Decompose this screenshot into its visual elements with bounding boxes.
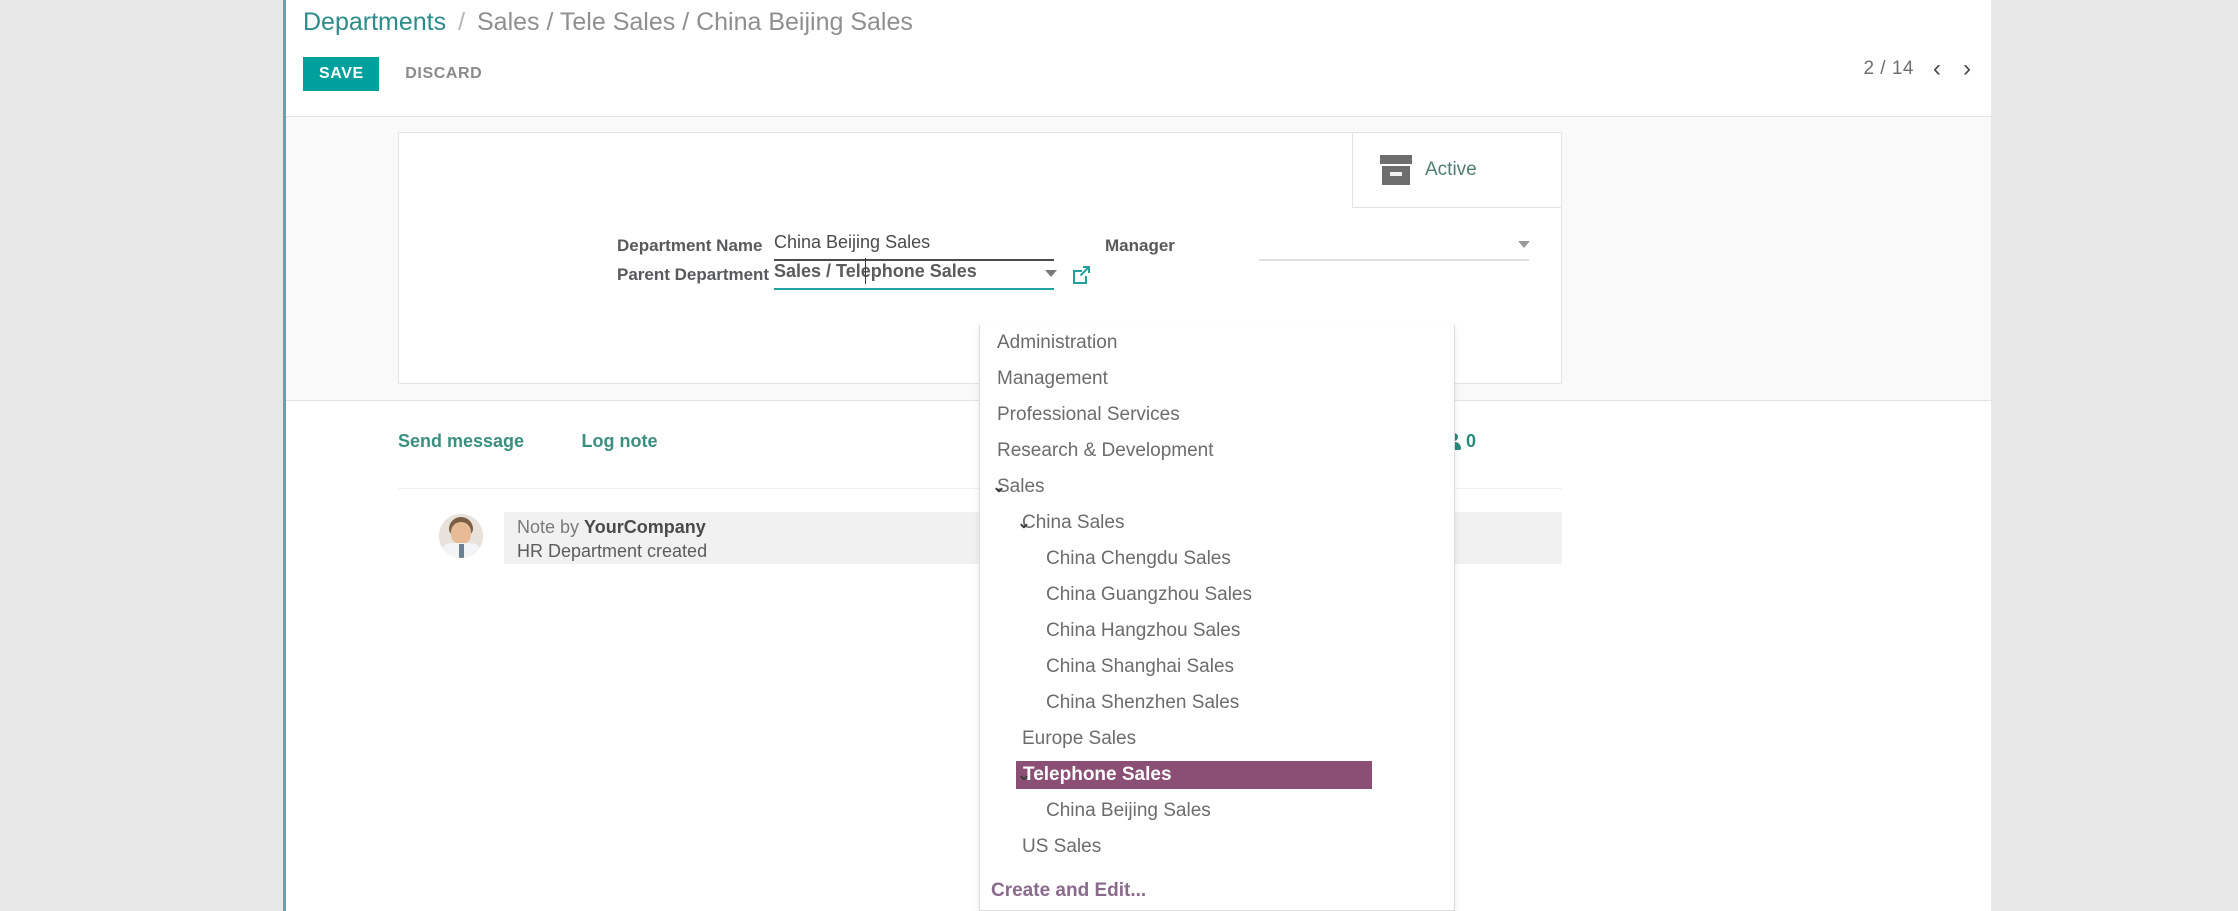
external-link-icon[interactable] — [1070, 264, 1092, 286]
dropdown-item[interactable]: Professional Services — [980, 397, 1454, 433]
chevron-down-icon[interactable]: ⌄ — [1011, 765, 1037, 785]
form-action-buttons: SAVE DISCARD — [303, 57, 482, 91]
dropdown-item[interactable]: Management — [980, 361, 1454, 397]
dropdown-item[interactable]: ⌄Sales — [980, 469, 1454, 505]
create-and-edit-option[interactable]: Create and Edit... — [980, 872, 1454, 910]
dropdown-item-label: Europe Sales — [1016, 726, 1142, 752]
message-title-prefix: Note by — [517, 517, 584, 537]
dropdown-item-label: US Sales — [1016, 834, 1107, 860]
active-label: Active — [1425, 159, 1477, 181]
active-toggle-button[interactable]: Active — [1352, 133, 1561, 208]
dropdown-item[interactable]: China Guangzhou Sales — [980, 577, 1454, 613]
avatar — [439, 514, 483, 558]
message-author: YourCompany — [584, 517, 706, 537]
screen: Departments / Sales / Tele Sales / China… — [0, 0, 2238, 911]
dropdown-item[interactable]: China Hangzhou Sales — [980, 613, 1454, 649]
dropdown-item-label: China Beijing Sales — [1040, 798, 1217, 824]
dropdown-item-label: Professional Services — [991, 402, 1186, 428]
manager-label: Manager — [1105, 236, 1175, 256]
department-name-input[interactable] — [774, 232, 1049, 253]
dropdown-item[interactable]: US Sales — [980, 829, 1454, 865]
manager-input[interactable] — [1259, 232, 1484, 253]
dropdown-item[interactable]: China Chengdu Sales — [980, 541, 1454, 577]
breadcrumb-separator: / — [453, 8, 470, 36]
breadcrumb-root[interactable]: Departments — [303, 8, 446, 36]
discard-button[interactable]: DISCARD — [405, 65, 482, 83]
dropdown-item-label: China Chengdu Sales — [1040, 546, 1237, 572]
text-cursor — [865, 258, 866, 284]
dropdown-item-label: Research & Development — [991, 438, 1220, 464]
breadcrumb-trail: Sales / Tele Sales / China Beijing Sales — [477, 8, 913, 36]
manager-underline — [1259, 259, 1529, 261]
dropdown-item-label: China Shenzhen Sales — [1040, 690, 1245, 716]
parent-department-underline — [774, 288, 1054, 290]
chevron-down-icon[interactable]: ⌄ — [1011, 513, 1037, 533]
log-note-button[interactable]: Log note — [582, 431, 658, 452]
dropdown-item[interactable]: China Shenzhen Sales — [980, 685, 1454, 721]
send-message-button[interactable]: Send message — [398, 431, 524, 452]
dropdown-item[interactable]: ⌄China Sales — [980, 505, 1454, 541]
control-panel: Departments / Sales / Tele Sales / China… — [286, 0, 1991, 117]
dropdown-item[interactable]: ⌄Telephone Sales — [980, 757, 1454, 793]
dropdown-item-label: Administration — [991, 330, 1123, 356]
dropdown-item-label: China Shanghai Sales — [1040, 654, 1240, 680]
app-surface: Departments / Sales / Tele Sales / China… — [283, 0, 1991, 911]
dropdown-item-label: Management — [991, 366, 1114, 392]
parent-department-dropdown[interactable]: Administration Management Professional Ser… — [979, 325, 1455, 911]
record-pager: 2 / 14 ‹ › — [1863, 57, 1974, 81]
dropdown-item-label: China Guangzhou Sales — [1040, 582, 1258, 608]
pager-count: 2 / 14 — [1863, 58, 1914, 80]
dropdown-item[interactable]: Administration — [980, 325, 1454, 361]
chevron-down-icon[interactable] — [1045, 270, 1057, 277]
pager-previous-icon[interactable]: ‹ — [1930, 57, 1944, 81]
dropdown-item[interactable]: Research & Development — [980, 433, 1454, 469]
parent-department-input[interactable] — [774, 261, 1024, 282]
dropdown-item[interactable]: China Beijing Sales — [980, 793, 1454, 829]
chevron-down-icon[interactable] — [1518, 241, 1530, 248]
parent-department-label: Parent Department — [617, 265, 769, 285]
archive-icon — [1380, 155, 1412, 185]
chevron-down-icon[interactable]: ⌄ — [986, 477, 1012, 497]
dropdown-item-list: Administration Management Professional Ser… — [980, 325, 1454, 865]
dropdown-item-label: China Hangzhou Sales — [1040, 618, 1246, 644]
breadcrumb: Departments / Sales / Tele Sales / China… — [303, 8, 913, 37]
dropdown-item[interactable]: China Shanghai Sales — [980, 649, 1454, 685]
save-button[interactable]: SAVE — [303, 57, 379, 91]
pager-next-icon[interactable]: › — [1960, 57, 1974, 81]
followers-count-value: 0 — [1466, 431, 1476, 452]
dropdown-item-label: Telephone Sales — [1016, 761, 1372, 789]
dropdown-item[interactable]: Europe Sales — [980, 721, 1454, 757]
department-name-label: Department Name — [617, 236, 763, 256]
